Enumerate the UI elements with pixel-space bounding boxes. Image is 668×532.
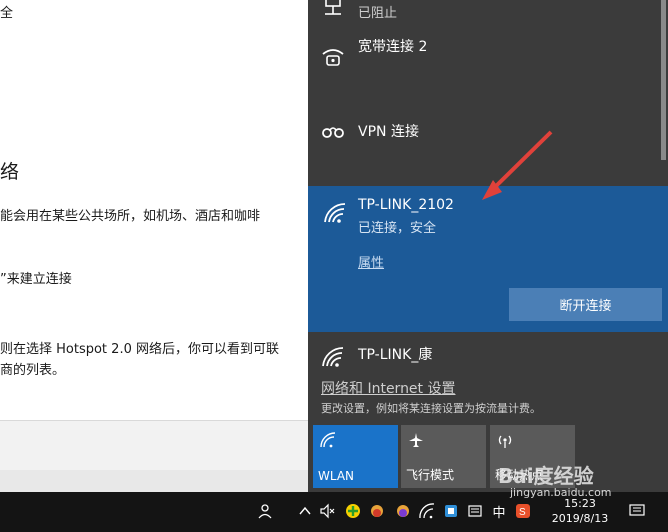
tray-app-icon-green[interactable] [344, 502, 362, 520]
baidu-watermark: Bai度经验 [498, 464, 594, 488]
chevron-up-icon[interactable] [296, 502, 314, 520]
baidu-watermark-url: jingyan.baidu.com [510, 486, 612, 499]
ime-indicator[interactable]: 中 [490, 502, 508, 521]
wifi-tray-icon[interactable] [418, 502, 436, 520]
sogou-ime-icon[interactable]: S [514, 502, 532, 520]
tray-app-icon-2[interactable] [368, 502, 386, 520]
people-icon[interactable] [258, 502, 276, 520]
tray-app-icon-5[interactable] [466, 502, 484, 520]
svg-text:S: S [519, 507, 526, 518]
clock-date: 2019/8/13 [551, 512, 609, 525]
tray-app-icon-4[interactable] [442, 502, 460, 520]
taskbar-clock[interactable]: 15:23 2019/8/13 [540, 496, 620, 526]
volume-muted-icon[interactable] [318, 502, 336, 520]
annotation-arrow [482, 130, 553, 200]
tray-app-icon-3[interactable] [394, 502, 412, 520]
action-center-icon[interactable] [628, 502, 646, 520]
